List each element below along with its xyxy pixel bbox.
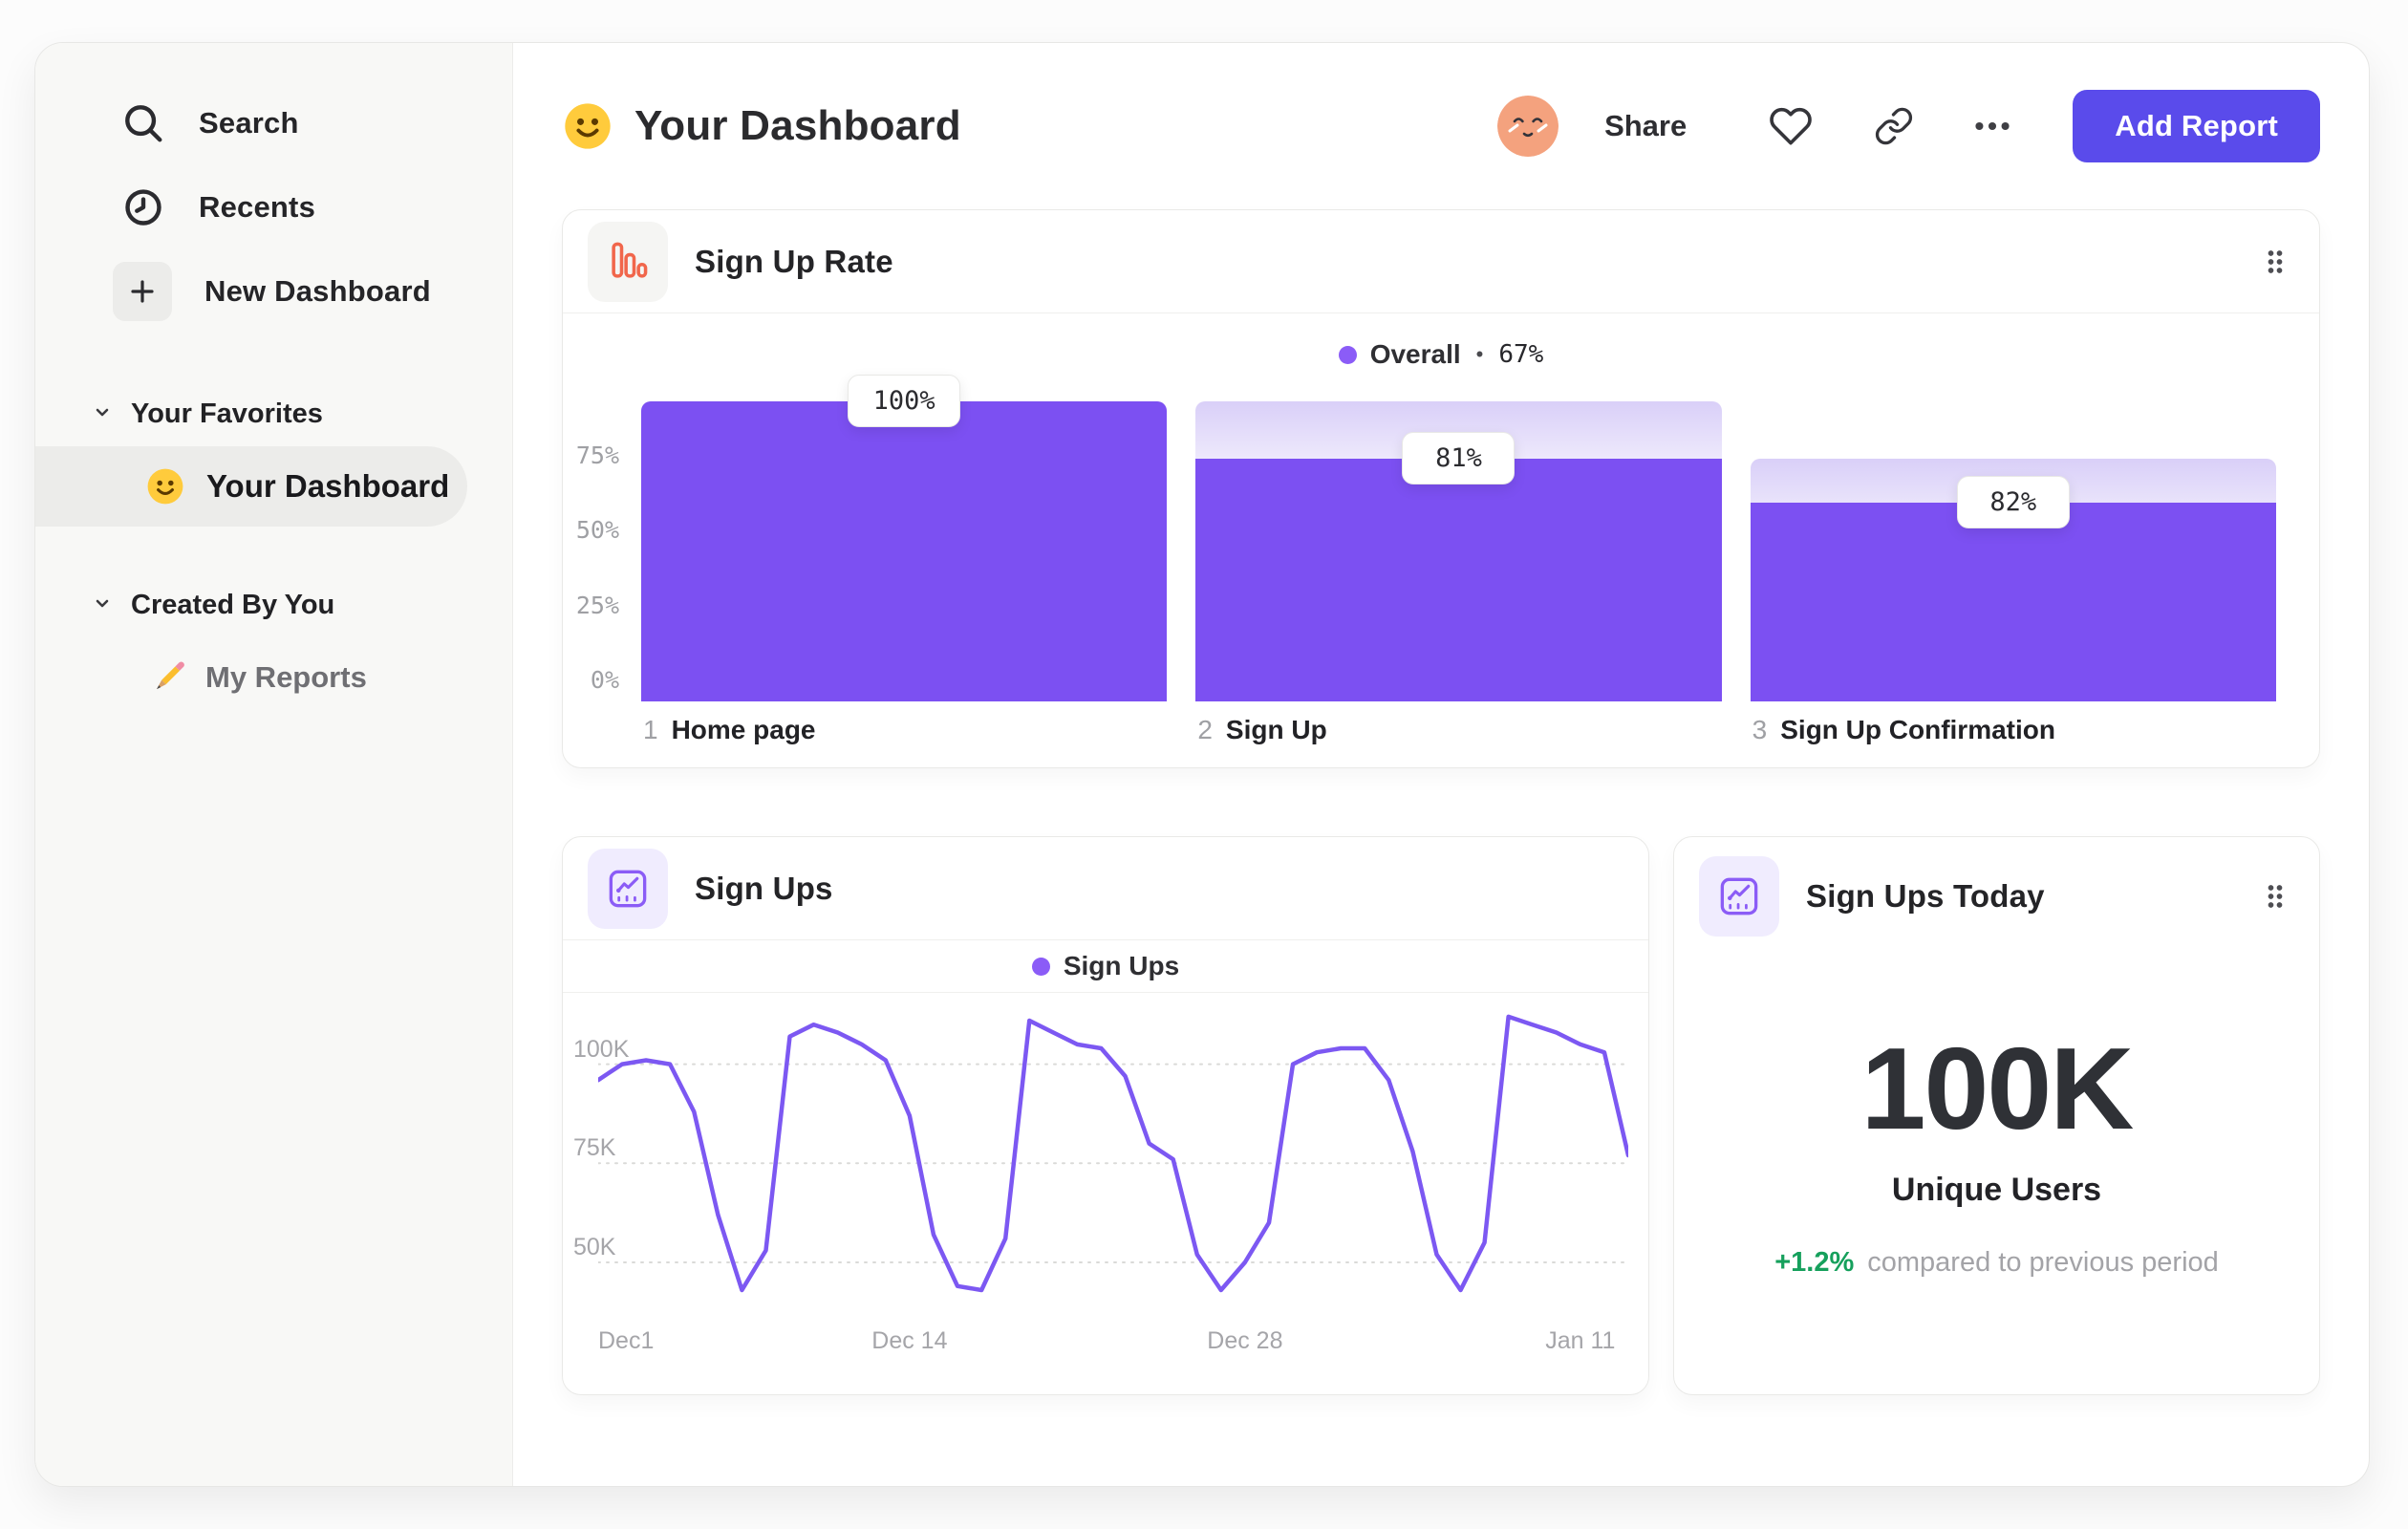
funnel-bar-solid — [1750, 502, 2276, 701]
step-label: 3 Sign Up Confirmation — [1751, 715, 2276, 745]
card-title: Sign Ups — [695, 870, 833, 906]
smiley-emoji — [145, 466, 185, 506]
funnel-value-chip: 100% — [848, 375, 961, 427]
line-chart-icon — [588, 848, 668, 929]
big-number-label: Unique Users — [1891, 1172, 2102, 1208]
funnel-bar-home-page: 100% — [641, 375, 1168, 701]
search-icon — [120, 100, 166, 146]
funnel-bar-sign-up: 81% — [1195, 401, 1722, 701]
legend-dot — [1031, 957, 1050, 976]
sidebar-item-new-dashboard[interactable]: New Dashboard — [35, 249, 512, 334]
header-actions: Share Add Report — [1497, 90, 2320, 162]
share-button[interactable]: Share — [1604, 109, 1687, 143]
line-x-axis: Dec1 Dec 14 Dec 28 Jan 11 — [598, 1318, 1628, 1371]
legend-dot — [1338, 345, 1357, 364]
page-title: Your Dashboard — [562, 100, 961, 152]
page-title-text: Your Dashboard — [634, 102, 961, 149]
pencil-icon — [148, 657, 188, 698]
app-window: Search Recents New Dashboard Your Favori… — [34, 42, 2370, 1487]
funnel-chart-icon — [588, 221, 668, 302]
funnel-y-tick: 75% — [575, 441, 619, 469]
funnel-legend: Overall • 67% — [563, 333, 2319, 377]
sign-ups-today-card: Sign Ups Today 100K Unique Users +1.2% c… — [1673, 836, 2320, 1395]
funnel-bar-sign-up-confirmation: 82% — [1750, 401, 2276, 701]
funnel-y-tick: 50% — [575, 516, 619, 544]
line-legend: Sign Ups — [563, 940, 1648, 993]
drag-handle-icon[interactable] — [2258, 245, 2292, 279]
step-number: 2 — [1197, 715, 1213, 744]
sign-up-rate-card: Sign Up Rate Overall • 67% 75% 50% 25% 0% — [562, 209, 2320, 768]
sidebar-item-your-dashboard[interactable]: Your Dashboard — [35, 446, 467, 527]
sidebar: Search Recents New Dashboard Your Favori… — [35, 43, 513, 1486]
card-header: Sign Ups Today — [1674, 845, 2319, 948]
line-x-tick: Dec1 — [598, 1327, 655, 1354]
card-header: Sign Ups — [563, 837, 1648, 940]
add-report-button[interactable]: Add Report — [2073, 90, 2320, 162]
legend-value: 67% — [1498, 340, 1544, 369]
funnel-bars: 100% 81% 82% — [641, 375, 2276, 701]
funnel-step-labels: 1 Home page 2 Sign Up 3 Sign Up Confirma… — [641, 715, 2276, 745]
sidebar-item-label: My Reports — [205, 660, 367, 694]
main-content: Your Dashboard Share Add Report Sign Up … — [513, 43, 2369, 1486]
smiley-emoji — [562, 100, 613, 152]
dashboard-header: Your Dashboard Share Add Report — [562, 87, 2320, 165]
card-title: Sign Ups Today — [1806, 878, 2045, 914]
section-created-by-you[interactable]: Created By You — [35, 586, 512, 624]
step-name: Home page — [671, 715, 816, 744]
sign-ups-card: Sign Ups Sign Ups 100K 75K 50K Dec1 Dec 14 D… — [562, 836, 1649, 1395]
avatar[interactable] — [1497, 96, 1559, 157]
sidebar-item-label: New Dashboard — [204, 274, 431, 308]
step-number: 1 — [643, 715, 658, 744]
section-your-favorites[interactable]: Your Favorites — [35, 395, 512, 433]
clock-icon — [120, 184, 166, 230]
step-name: Sign Up Confirmation — [1780, 715, 2055, 744]
funnel-value-chip: 82% — [1956, 475, 2070, 528]
legend-label: Sign Ups — [1063, 951, 1180, 980]
plus-icon — [113, 262, 172, 321]
ellipsis-icon[interactable] — [1971, 105, 2013, 147]
delta-row: +1.2% compared to previous period — [1674, 1247, 2319, 1279]
step-label: 2 Sign Up — [1195, 715, 1721, 745]
funnel-bar-solid — [641, 401, 1168, 701]
link-icon[interactable] — [1874, 106, 1914, 146]
sidebar-item-label: Recents — [199, 190, 316, 224]
heart-icon[interactable] — [1769, 104, 1813, 148]
delta-note: compared to previous period — [1867, 1247, 2219, 1278]
step-label: 1 Home page — [641, 715, 1167, 745]
step-number: 3 — [1752, 715, 1768, 744]
funnel-bar-solid — [1195, 458, 1722, 701]
sidebar-item-label: Your Dashboard — [206, 468, 450, 504]
section-label: Your Favorites — [131, 398, 323, 429]
line-x-tick: Dec 28 — [1207, 1327, 1283, 1354]
big-number-value: 100K — [1860, 1023, 2135, 1153]
legend-separator: • — [1475, 342, 1484, 366]
drag-handle-icon[interactable] — [2258, 879, 2292, 914]
funnel-y-tick: 25% — [575, 591, 619, 619]
section-label: Created By You — [131, 589, 335, 620]
sidebar-item-search[interactable]: Search — [35, 81, 512, 165]
sidebar-item-label: Search — [199, 106, 299, 140]
funnel-value-chip: 81% — [1402, 431, 1516, 485]
chevron-down-icon — [91, 592, 114, 619]
card-header: Sign Up Rate — [563, 210, 2319, 313]
sidebar-item-recents[interactable]: Recents — [35, 165, 512, 249]
legend-label: Overall — [1369, 339, 1461, 369]
line-x-tick: Jan 11 — [1545, 1327, 1616, 1354]
chevron-down-icon — [91, 400, 114, 428]
step-name: Sign Up — [1225, 715, 1327, 744]
line-x-tick: Dec 14 — [871, 1327, 948, 1354]
line-chart-icon — [1699, 856, 1779, 937]
funnel-plot: 75% 50% 25% 0% 100% 81% 82% — [576, 375, 2276, 701]
card-title: Sign Up Rate — [695, 243, 893, 279]
funnel-y-tick: 0% — [590, 666, 619, 694]
line-plot: 100K 75K 50K — [573, 993, 1628, 1318]
delta-value: +1.2% — [1774, 1247, 1855, 1278]
sign-ups-line-chart — [598, 993, 1628, 1318]
sidebar-item-my-reports[interactable]: My Reports — [35, 651, 512, 704]
